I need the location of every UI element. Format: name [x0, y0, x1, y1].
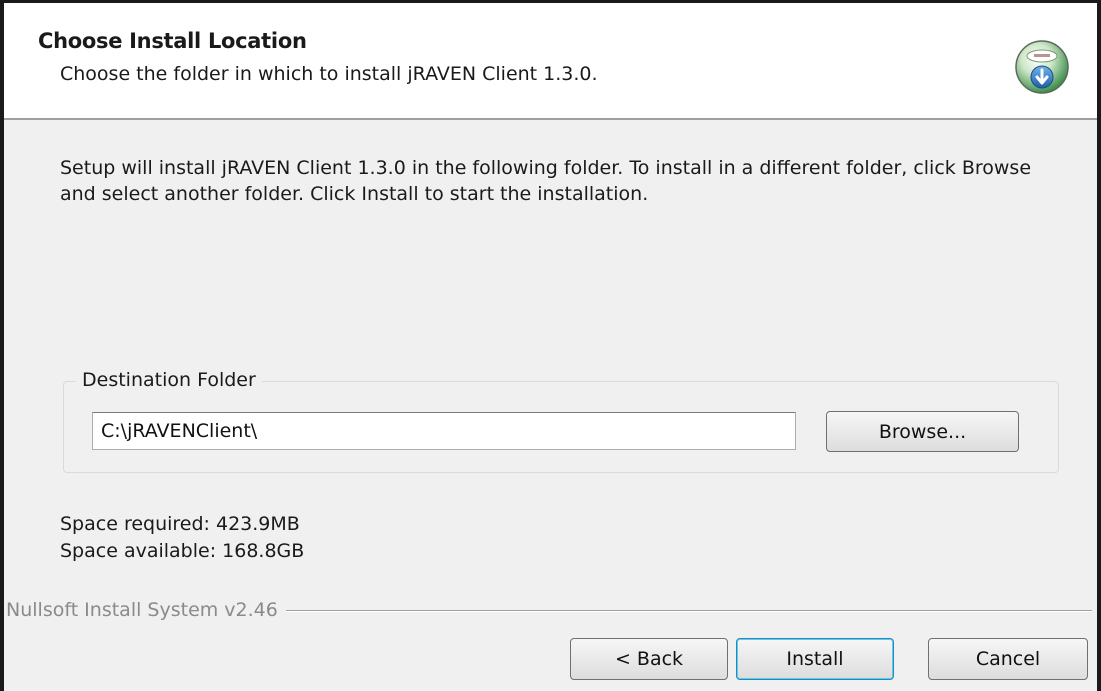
space-required-text: Space required: 423.9MB: [60, 513, 300, 535]
space-available-text: Space available: 168.8GB: [60, 540, 305, 562]
install-button[interactable]: Install: [736, 638, 894, 680]
cancel-button[interactable]: Cancel: [928, 638, 1088, 680]
back-button[interactable]: < Back: [570, 638, 728, 680]
page-subtitle: Choose the folder in which to install jR…: [60, 63, 598, 85]
destination-path-input[interactable]: [92, 412, 796, 450]
install-description: Setup will install jRAVEN Client 1.3.0 i…: [60, 157, 1032, 205]
header-panel: Choose Install Location Choose the folde…: [4, 3, 1097, 120]
browse-button[interactable]: Browse...: [826, 411, 1019, 452]
page-title: Choose Install Location: [38, 29, 307, 53]
installer-window: Choose Install Location Choose the folde…: [0, 0, 1101, 691]
destination-folder-legend: Destination Folder: [76, 369, 262, 391]
branding-text: Nullsoft Install System v2.46: [6, 599, 286, 621]
installer-disc-icon: [1015, 40, 1069, 94]
